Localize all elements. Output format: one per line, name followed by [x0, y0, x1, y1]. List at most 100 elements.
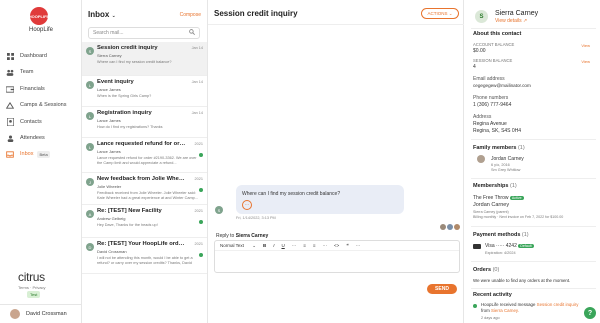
conversation-thread: Session credit inquiry ACTIONS ⌄ S Where…	[208, 0, 464, 323]
hooplife-logo[interactable]: HOOPLIFE	[29, 7, 49, 25]
send-button[interactable]: SEND	[427, 284, 457, 294]
divider	[471, 226, 596, 227]
conversation-item[interactable]: A Re: [TEST] New Facility 2021 Andrew Ge…	[82, 205, 207, 238]
sidebar-item-label: Team	[20, 69, 34, 75]
inbox-panel: Inbox ⌄ Compose Search mail... S Session…	[82, 0, 208, 323]
family-heading: Family members (1)	[473, 145, 525, 151]
more-format-icon[interactable]: ···	[292, 243, 297, 248]
activity-time: 2 days ago	[481, 316, 500, 320]
wallet-icon	[6, 85, 14, 93]
underline-icon[interactable]: U	[281, 243, 284, 248]
membership-detail2: Billing monthly · Next invoice on Feb 7,…	[473, 215, 564, 219]
sidebar-item-label: Attendees	[20, 135, 45, 141]
beta-badge: Beta	[37, 150, 50, 158]
sidebar-item-inbox[interactable]: Inbox Beta	[6, 148, 78, 160]
avatar	[447, 224, 453, 230]
sidebar-item-financials[interactable]: Financials	[6, 83, 78, 95]
payment-methods-heading: Payment methods (1)	[473, 232, 529, 238]
more-list-icon[interactable]: ···	[323, 243, 328, 248]
page-title: Session credit inquiry	[214, 9, 298, 18]
divider	[471, 139, 596, 140]
account-balance-label: ACCOUNT BALANCE	[473, 42, 515, 47]
current-user[interactable]: David Crossman	[0, 304, 82, 323]
activity-heading: Recent activity	[473, 292, 512, 298]
view-session-balance-link[interactable]: View	[581, 59, 590, 64]
chevron-down-icon: ⌄	[111, 13, 116, 19]
sidebar-item-camps-sessions[interactable]: Camps & Sessions	[6, 99, 78, 111]
team-icon	[6, 68, 14, 76]
grid-icon	[6, 52, 14, 60]
view-details-link[interactable]: View details ↗	[495, 18, 527, 24]
conversation-item[interactable]: D Re: [TEST] Your HoopLife order #6... 2…	[82, 238, 207, 274]
activity-subject-link[interactable]: Session credit inquiry	[537, 302, 579, 307]
help-button[interactable]: ?	[584, 307, 596, 319]
unread-indicator	[199, 220, 203, 224]
avatar: L	[86, 143, 94, 151]
inbox-title[interactable]: Inbox ⌄	[88, 10, 116, 19]
phone-value[interactable]: 1 (306) 777-9464	[473, 102, 511, 108]
format-select[interactable]: Normal Text ⌄	[220, 243, 256, 249]
view-account-balance-link[interactable]: View	[581, 43, 590, 48]
sidebar-item-dashboard[interactable]: Dashboard	[6, 50, 78, 62]
session-balance-label: SESSION BALANCE	[473, 58, 513, 63]
avatar: L	[86, 112, 94, 120]
bold-icon[interactable]: B	[263, 243, 266, 248]
address-line1: Regina Avenue	[473, 121, 507, 127]
avatar: S	[215, 206, 223, 214]
divider	[208, 24, 464, 25]
contact-name: Sierra Carney	[495, 10, 539, 17]
sidebar-item-label: Financials	[20, 86, 45, 92]
avatar	[477, 155, 485, 163]
env-badge: Test	[27, 291, 41, 298]
avatar: A	[86, 210, 94, 218]
reply-editor[interactable]: Normal Text ⌄ B I U ··· ≡ ≡ ··· <> ❝ ···	[214, 240, 460, 273]
card-number: Visa ····· 4242 Default	[485, 243, 534, 249]
ellipsis-icon[interactable]: ···	[242, 200, 252, 210]
phone-label: Phone numbers	[473, 95, 509, 101]
code-icon[interactable]: <>	[334, 243, 339, 248]
numbered-list-icon[interactable]: ≡	[313, 243, 316, 248]
sidebar-item-attendees[interactable]: Attendees	[6, 132, 78, 144]
divider	[471, 28, 596, 29]
activity-person-link[interactable]: Sierra Carney.	[491, 308, 519, 313]
sidebar-item-contacts[interactable]: Contacts	[6, 116, 78, 128]
conversation-item[interactable]: L Lance requested refund for order #... …	[82, 138, 207, 173]
actions-dropdown[interactable]: ACTIONS ⌄	[421, 8, 459, 19]
membership-holder: Jordan Carney	[473, 202, 510, 208]
search-input[interactable]: Search mail...	[88, 27, 200, 39]
bullet-list-icon[interactable]: ≡	[303, 243, 306, 248]
avatar	[454, 224, 460, 230]
more-icon[interactable]: ···	[356, 243, 361, 248]
message-timestamp: Fri, 1/14/2022, 3:13 PM	[236, 216, 276, 220]
avatar: S	[86, 47, 94, 55]
sidebar-item-team[interactable]: Team	[6, 66, 78, 78]
family-member-name[interactable]: Jordan Carney	[491, 156, 524, 162]
sidebar-item-label: Contacts	[20, 119, 42, 125]
card-expiry: Expiration: 4/2024	[485, 251, 516, 255]
address-label: Address	[473, 114, 492, 120]
avatar: J	[86, 178, 94, 186]
italic-icon[interactable]: I	[273, 243, 274, 248]
orders-empty-text: We were unable to find any orders at the…	[473, 278, 571, 283]
activity-dot	[473, 304, 477, 308]
chevron-down-icon: ⌄	[448, 10, 453, 16]
citrus-logo: citrus	[18, 270, 45, 284]
quote-icon[interactable]: ❝	[346, 243, 348, 249]
message-text: Where can I find my session credit balan…	[242, 191, 341, 197]
app-root: HOOPLIFE HoopLife Dashboard Team Financi…	[0, 0, 600, 323]
conversation-item[interactable]: L Registration inquiry Jan 14 Lance Jame…	[82, 107, 207, 138]
camp-icon	[6, 101, 14, 109]
avatar: D	[86, 243, 94, 251]
sidebar-item-label: Inbox	[20, 151, 34, 157]
editor-toolbar: Normal Text ⌄ B I U ··· ≡ ≡ ··· <> ❝ ···	[215, 241, 459, 251]
external-link-icon: ↗	[522, 18, 528, 24]
unread-indicator	[199, 153, 203, 157]
conversation-item[interactable]: L Event inquiry Jan 14 Lance James When …	[82, 76, 207, 107]
compose-button[interactable]: Compose	[180, 12, 201, 18]
terms-privacy-links[interactable]: Terms · Privacy	[18, 285, 46, 290]
membership-name[interactable]: The Free Throw Active	[473, 195, 524, 201]
divider	[471, 261, 596, 262]
email-value[interactable]: cegegegew@mailinator.com	[473, 83, 531, 88]
conversation-item[interactable]: J New feedback from Jolie Wheeler... 202…	[82, 173, 207, 205]
conversation-item[interactable]: S Session credit inquiry Jan 14 Sierra C…	[82, 42, 207, 76]
